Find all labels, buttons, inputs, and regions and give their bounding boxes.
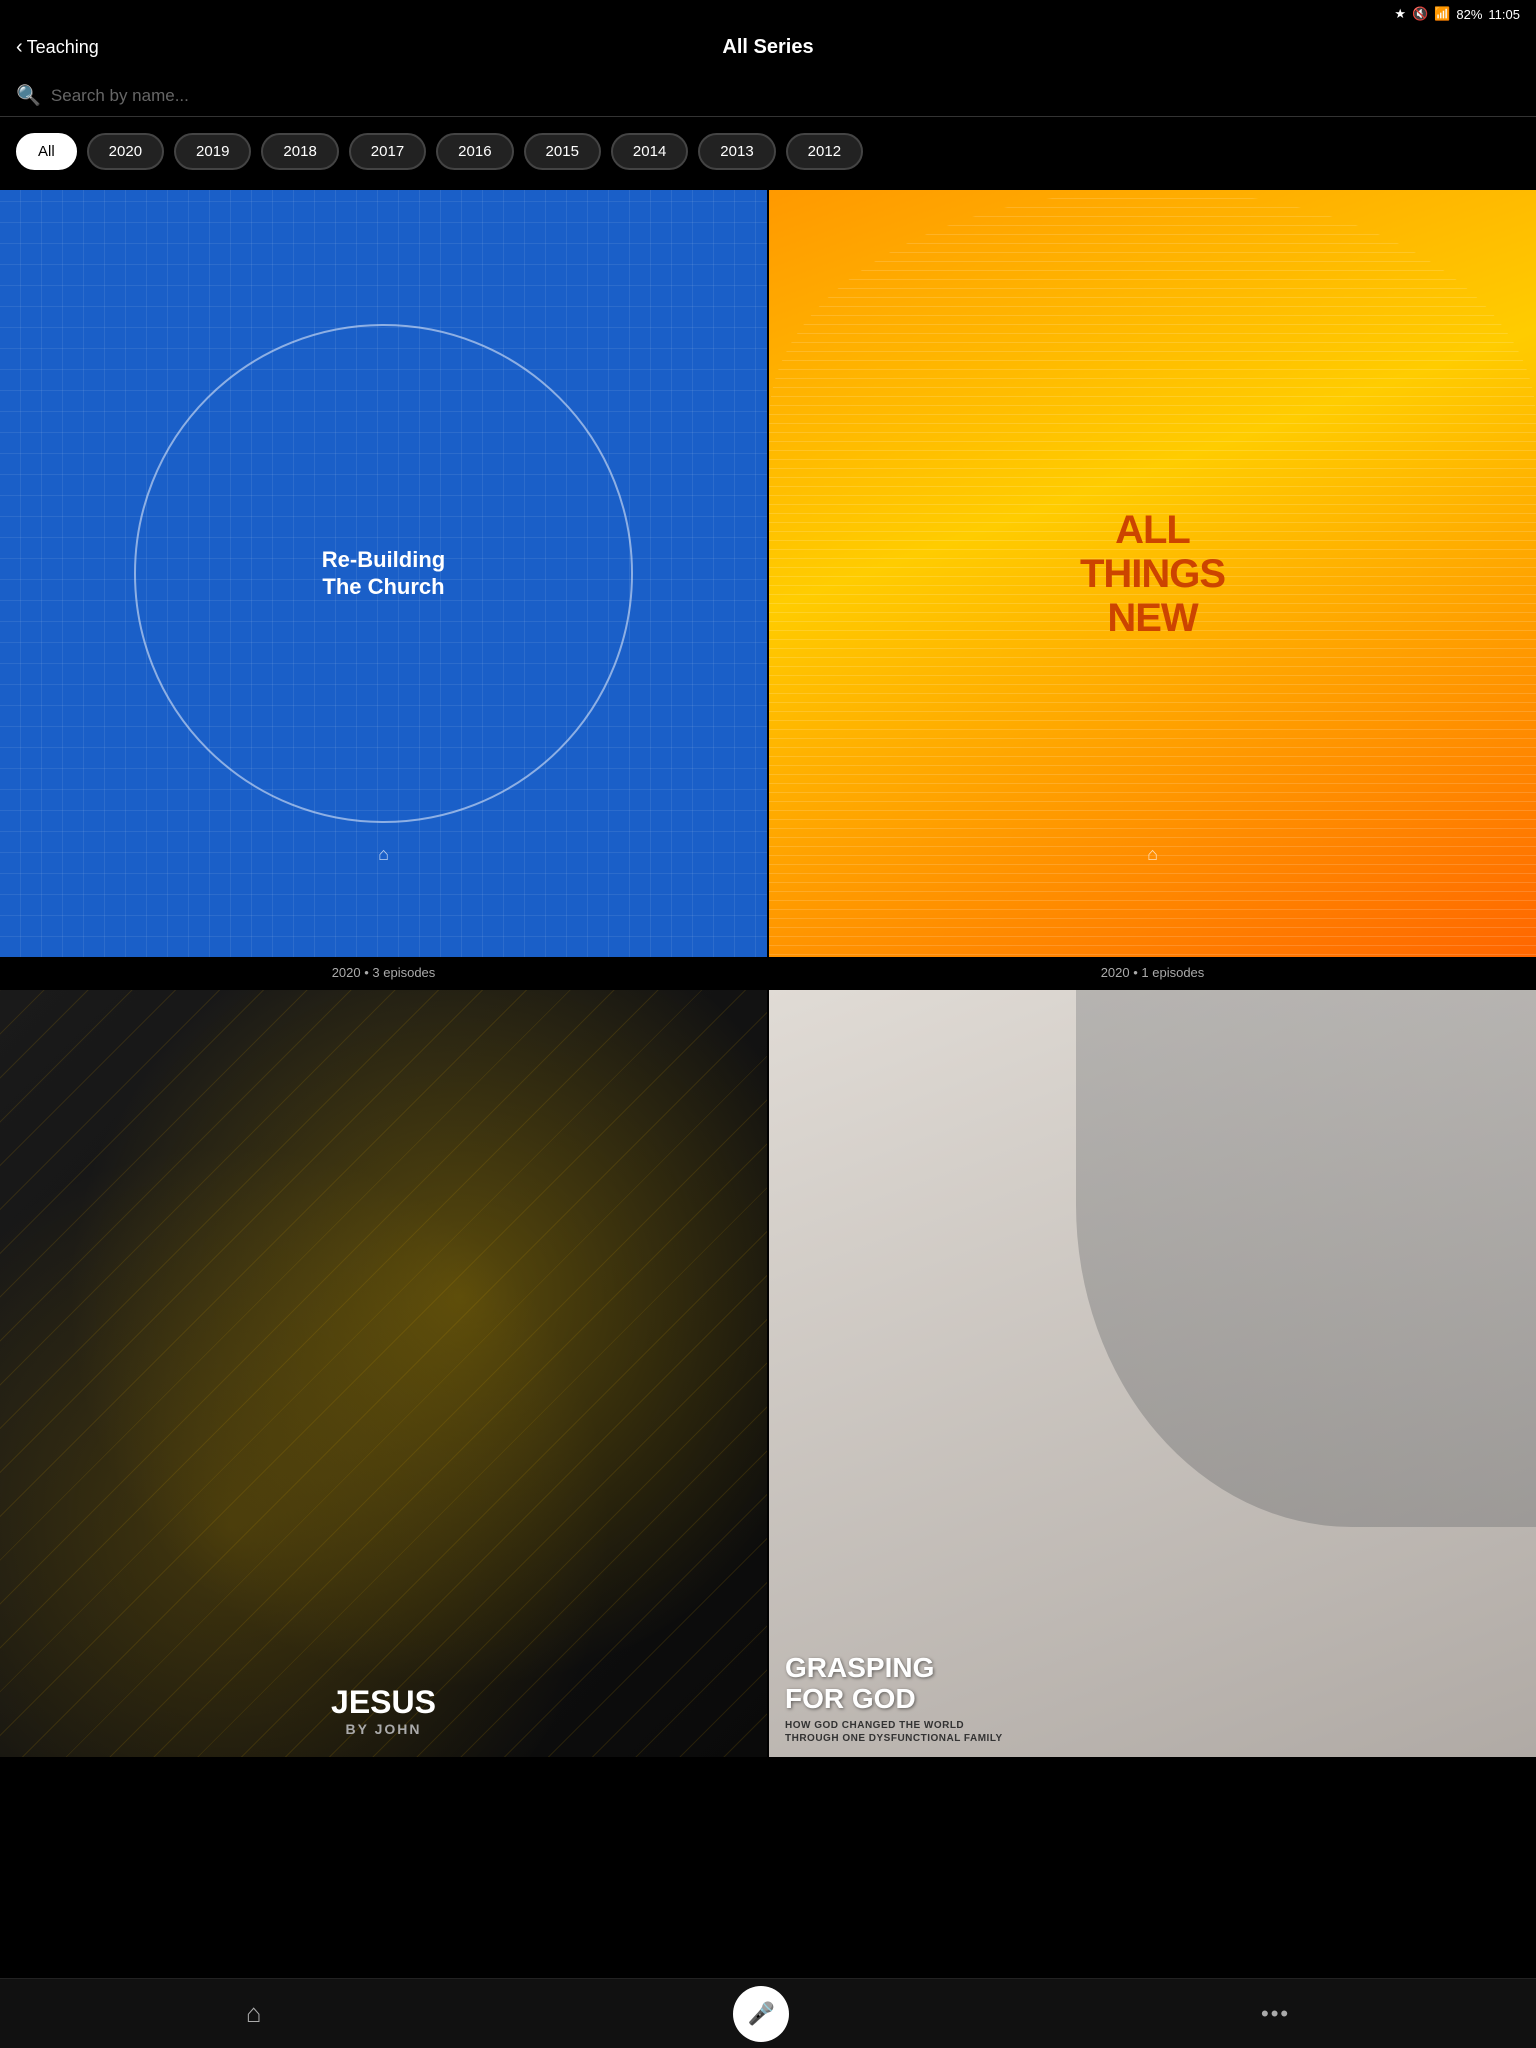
nav-more[interactable]: ••• — [1241, 1993, 1310, 2035]
series-item-rebuilding[interactable]: Re-BuildingThe Church ⌂ 2020 • 3 episode… — [0, 190, 767, 988]
card-grasping-subtitle: HOW GOD CHANGED THE WORLDTHROUGH ONE DYS… — [785, 1719, 1003, 1745]
card-rebuilding: Re-BuildingThe Church ⌂ — [0, 190, 767, 957]
series-grasping-meta — [1149, 1757, 1157, 1773]
filter-pill-2019[interactable]: 2019 — [174, 133, 251, 170]
filter-pill-2012[interactable]: 2012 — [786, 133, 863, 170]
filter-pill-all[interactable]: All — [16, 133, 77, 170]
card-jesus-subtitle: BY JOHN — [331, 1721, 436, 1737]
filter-pill-2017[interactable]: 2017 — [349, 133, 426, 170]
series-item-allthings[interactable]: ALLTHINGSNEW ⌂ 2020 • 1 episodes — [769, 190, 1536, 988]
wifi-icon: 📶 — [1434, 6, 1450, 22]
filter-pill-2018[interactable]: 2018 — [261, 133, 338, 170]
card-grasping: GRASPINGFOR GOD HOW GOD CHANGED THE WORL… — [769, 990, 1536, 1757]
status-bar: ★ 🔇 📶 82% 11:05 — [0, 0, 1536, 28]
card-jesus-text: JESUS BY JOHN — [331, 1684, 436, 1757]
bluetooth-icon: ★ — [1394, 6, 1406, 22]
filter-pill-2016[interactable]: 2016 — [436, 133, 513, 170]
filter-pill-2020[interactable]: 2020 — [87, 133, 164, 170]
series-grid: Re-BuildingThe Church ⌂ 2020 • 3 episode… — [0, 186, 1536, 1777]
status-icons: ★ 🔇 📶 82% 11:05 — [1394, 6, 1520, 22]
card-grasping-title: GRASPINGFOR GOD — [785, 1653, 1003, 1715]
series-allthings-meta: 2020 • 1 episodes — [1097, 957, 1209, 988]
bottom-nav: ⌂ 🎤 ••• — [0, 1978, 1536, 2048]
more-dots-icon: ••• — [1261, 2001, 1290, 2027]
filter-pills: All 2020 2019 2018 2017 2016 2015 2014 2013 2012 — [0, 117, 1536, 186]
card-allthings: ALLTHINGSNEW ⌂ — [769, 190, 1536, 957]
back-button[interactable]: ‹ Teaching — [16, 36, 99, 59]
card-allthings-title: ALLTHINGSNEW — [1080, 508, 1225, 640]
mute-icon: 🔇 — [1412, 6, 1428, 22]
card-jesus-title: JESUS — [331, 1684, 436, 1721]
card-rebuilding-home-icon: ⌂ — [378, 844, 389, 865]
search-icon: 🔍 — [16, 83, 41, 108]
filter-pill-2015[interactable]: 2015 — [524, 133, 601, 170]
filter-pill-2013[interactable]: 2013 — [698, 133, 775, 170]
back-label: Teaching — [27, 37, 99, 58]
filter-pill-2014[interactable]: 2014 — [611, 133, 688, 170]
series-jesus-meta — [380, 1757, 388, 1773]
series-item-grasping[interactable]: GRASPINGFOR GOD HOW GOD CHANGED THE WORL… — [769, 990, 1536, 1773]
nav-center-icon: 🎤 — [748, 2001, 775, 2027]
nav-home[interactable]: ⌂ — [226, 1990, 282, 2037]
series-rebuilding-meta: 2020 • 3 episodes — [328, 957, 440, 988]
home-icon: ⌂ — [246, 1998, 262, 2029]
card-allthings-home-icon: ⌂ — [1147, 844, 1158, 865]
series-item-jesus[interactable]: JESUS BY JOHN — [0, 990, 767, 1773]
time: 11:05 — [1488, 7, 1520, 22]
card-jesus: JESUS BY JOHN — [0, 990, 767, 1757]
search-bar[interactable]: 🔍 — [0, 75, 1536, 117]
header: ‹ Teaching All Series — [0, 28, 1536, 75]
page-title: All Series — [722, 36, 813, 59]
battery-percent: 82% — [1456, 7, 1482, 22]
back-chevron-icon: ‹ — [16, 36, 23, 59]
card-rebuilding-title: Re-BuildingThe Church — [322, 547, 445, 600]
nav-center-button[interactable]: 🎤 — [733, 1986, 789, 2042]
search-input[interactable] — [51, 86, 1520, 106]
card-grasping-text: GRASPINGFOR GOD HOW GOD CHANGED THE WORL… — [769, 1637, 1019, 1757]
